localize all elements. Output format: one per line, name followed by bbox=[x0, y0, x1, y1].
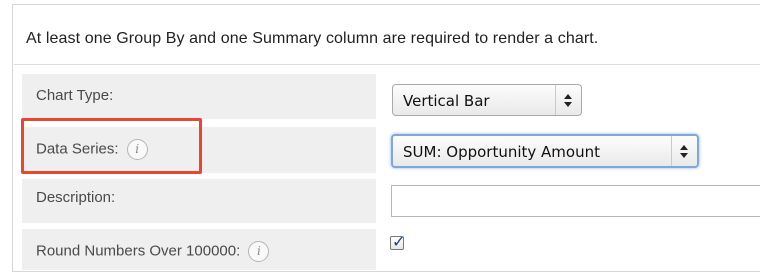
chart-type-select[interactable]: Vertical Bar bbox=[392, 84, 582, 116]
chart-type-value: Vertical Bar bbox=[403, 92, 490, 110]
description-input[interactable] bbox=[391, 185, 760, 217]
round-numbers-label-cell: Round Numbers Over 100000: i bbox=[22, 229, 376, 270]
round-numbers-checkbox[interactable]: ✓ bbox=[390, 232, 405, 251]
chart-type-label: Chart Type: bbox=[36, 87, 114, 104]
chart-type-label-cell: Chart Type: bbox=[22, 74, 376, 119]
round-numbers-label-group: Round Numbers Over 100000: i bbox=[36, 241, 270, 262]
chart-requirement-notice: At least one Group By and one Summary co… bbox=[26, 30, 599, 47]
data-series-highlight-box bbox=[21, 118, 202, 174]
data-series-select[interactable]: SUM: Opportunity Amount bbox=[391, 134, 699, 168]
description-label: Description: bbox=[36, 189, 116, 206]
checkmark-icon: ✓ bbox=[392, 232, 406, 251]
info-icon[interactable]: i bbox=[248, 241, 270, 262]
round-numbers-label: Round Numbers Over 100000: bbox=[36, 242, 241, 260]
divider bbox=[14, 64, 760, 65]
description-label-cell: Description: bbox=[22, 179, 376, 223]
up-down-arrows-icon bbox=[671, 136, 697, 166]
up-down-arrows-icon bbox=[555, 85, 581, 115]
data-series-value: SUM: Opportunity Amount bbox=[403, 143, 600, 161]
